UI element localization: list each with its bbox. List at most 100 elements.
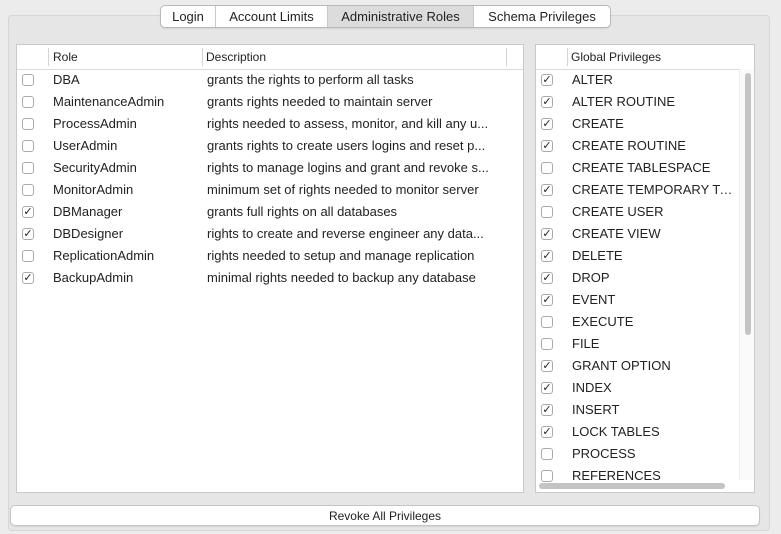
- list-item[interactable]: ✓ DELETE: [536, 245, 754, 267]
- list-item[interactable]: CREATE TABLESPACE: [536, 157, 754, 179]
- checkbox[interactable]: [22, 118, 34, 130]
- list-item[interactable]: EXECUTE: [536, 311, 754, 333]
- tab-login[interactable]: Login: [161, 6, 216, 27]
- privilege-name: CREATE ROUTINE: [572, 138, 686, 153]
- checkbox[interactable]: [541, 470, 553, 482]
- checkbox[interactable]: ✓: [541, 118, 553, 130]
- list-item[interactable]: ✓ CREATE: [536, 113, 754, 135]
- list-item[interactable]: ✓ LOCK TABLES: [536, 421, 754, 443]
- list-item[interactable]: FILE: [536, 333, 754, 355]
- privilege-name: EVENT: [572, 292, 616, 307]
- role-description: minimum set of rights needed to monitor …: [207, 182, 479, 197]
- privilege-name: EXECUTE: [572, 314, 634, 329]
- privilege-name: CREATE VIEW: [572, 226, 661, 241]
- list-item[interactable]: PROCESS: [536, 443, 754, 465]
- checkbox[interactable]: [22, 74, 34, 86]
- roles-list: DBA grants the rights to perform all task…: [17, 69, 523, 289]
- checkbox[interactable]: ✓: [541, 96, 553, 108]
- role-name: UserAdmin: [53, 138, 118, 153]
- checkbox[interactable]: [22, 184, 34, 196]
- checkbox[interactable]: [541, 338, 553, 350]
- privilege-name: CREATE TEMPORARY TAB...: [572, 182, 740, 197]
- column-header-description[interactable]: Description: [206, 45, 266, 69]
- role-description: rights to create and reverse engineer an…: [207, 226, 484, 241]
- checkbox[interactable]: ✓: [541, 426, 553, 438]
- column-header-role[interactable]: Role: [53, 45, 78, 69]
- checkmark-icon: ✓: [542, 272, 552, 284]
- privilege-name: CREATE USER: [572, 204, 664, 219]
- role-description: minimal rights needed to backup any data…: [207, 270, 476, 285]
- checkbox[interactable]: [22, 96, 34, 108]
- list-item[interactable]: ✓ INSERT: [536, 399, 754, 421]
- checkbox[interactable]: [22, 140, 34, 152]
- table-row[interactable]: MonitorAdmin minimum set of rights needed…: [17, 179, 523, 201]
- checkbox[interactable]: [541, 316, 553, 328]
- checkbox[interactable]: ✓: [541, 228, 553, 240]
- list-item[interactable]: ✓ DROP: [536, 267, 754, 289]
- list-item[interactable]: ✓ CREATE TEMPORARY TAB...: [536, 179, 754, 201]
- table-row[interactable]: SecurityAdmin rights to manage logins and…: [17, 157, 523, 179]
- table-row[interactable]: MaintenanceAdmin grants rights needed to …: [17, 91, 523, 113]
- checkbox[interactable]: ✓: [22, 272, 34, 284]
- privileges-list: ✓ ALTER ✓ ALTER ROUTINE ✓ CREATE ✓ CREATE ROUTI…: [536, 69, 754, 487]
- revoke-all-privileges-button[interactable]: Revoke All Privileges: [10, 505, 760, 526]
- checkmark-icon: ✓: [542, 228, 552, 240]
- list-item[interactable]: ✓ ALTER: [536, 69, 754, 91]
- column-divider[interactable]: [567, 48, 568, 66]
- privileges-table: Global Privileges ✓ ALTER ✓ ALTER ROUTINE ✓ C…: [535, 44, 755, 493]
- checkbox[interactable]: ✓: [541, 404, 553, 416]
- list-item[interactable]: ✓ ALTER ROUTINE: [536, 91, 754, 113]
- privilege-name: ALTER ROUTINE: [572, 94, 676, 109]
- checkbox[interactable]: [541, 206, 553, 218]
- checkbox[interactable]: ✓: [541, 74, 553, 86]
- role-description: grants rights to create users logins and…: [207, 138, 486, 153]
- vertical-scrollbar[interactable]: [745, 73, 751, 335]
- tab-bar: Login Account Limits Administrative Role…: [160, 5, 611, 28]
- checkbox[interactable]: [22, 162, 34, 174]
- horizontal-scrollbar[interactable]: [539, 483, 725, 489]
- table-row[interactable]: ✓ BackupAdmin minimal rights needed to bac…: [17, 267, 523, 289]
- column-divider[interactable]: [506, 48, 507, 66]
- tab-account-limits[interactable]: Account Limits: [216, 6, 328, 27]
- table-row[interactable]: ProcessAdmin rights needed to assess, mon…: [17, 113, 523, 135]
- table-row[interactable]: UserAdmin grants rights to create users l…: [17, 135, 523, 157]
- checkmark-icon: ✓: [542, 74, 552, 86]
- column-header-global-privileges[interactable]: Global Privileges: [571, 45, 661, 69]
- checkbox[interactable]: ✓: [541, 360, 553, 372]
- column-divider[interactable]: [48, 48, 49, 66]
- privilege-name: DROP: [572, 270, 610, 285]
- table-row[interactable]: ReplicationAdmin rights needed to setup a…: [17, 245, 523, 267]
- checkbox[interactable]: ✓: [541, 250, 553, 262]
- checkbox[interactable]: [22, 250, 34, 262]
- column-divider[interactable]: [202, 48, 203, 66]
- table-row[interactable]: ✓ DBDesigner rights to create and reverse …: [17, 223, 523, 245]
- checkmark-icon: ✓: [542, 294, 552, 306]
- checkbox[interactable]: ✓: [541, 294, 553, 306]
- checkbox[interactable]: ✓: [22, 206, 34, 218]
- list-item[interactable]: ✓ CREATE ROUTINE: [536, 135, 754, 157]
- roles-table-header: Role Description: [17, 45, 523, 70]
- role-name: MonitorAdmin: [53, 182, 134, 197]
- tab-administrative-roles[interactable]: Administrative Roles: [328, 6, 474, 27]
- list-item[interactable]: ✓ GRANT OPTION: [536, 355, 754, 377]
- role-name: DBManager: [53, 204, 123, 219]
- table-row[interactable]: DBA grants the rights to perform all task…: [17, 69, 523, 91]
- list-item[interactable]: ✓ INDEX: [536, 377, 754, 399]
- checkmark-icon: ✓: [23, 228, 33, 240]
- checkbox[interactable]: [541, 448, 553, 460]
- list-item[interactable]: ✓ CREATE VIEW: [536, 223, 754, 245]
- checkbox[interactable]: ✓: [541, 140, 553, 152]
- privilege-name: ALTER: [572, 72, 613, 87]
- tab-schema-privileges[interactable]: Schema Privileges: [474, 6, 610, 27]
- table-row[interactable]: ✓ DBManager grants full rights on all data…: [17, 201, 523, 223]
- checkbox[interactable]: [541, 162, 553, 174]
- checkbox[interactable]: ✓: [541, 184, 553, 196]
- checkbox[interactable]: ✓: [541, 272, 553, 284]
- privilege-name: CREATE TABLESPACE: [572, 160, 711, 175]
- checkbox[interactable]: ✓: [22, 228, 34, 240]
- roles-table: Role Description DBA grants the rights to…: [16, 44, 524, 493]
- checkbox[interactable]: ✓: [541, 382, 553, 394]
- list-item[interactable]: ✓ EVENT: [536, 289, 754, 311]
- list-item[interactable]: CREATE USER: [536, 201, 754, 223]
- role-description: rights needed to assess, monitor, and ki…: [207, 116, 489, 131]
